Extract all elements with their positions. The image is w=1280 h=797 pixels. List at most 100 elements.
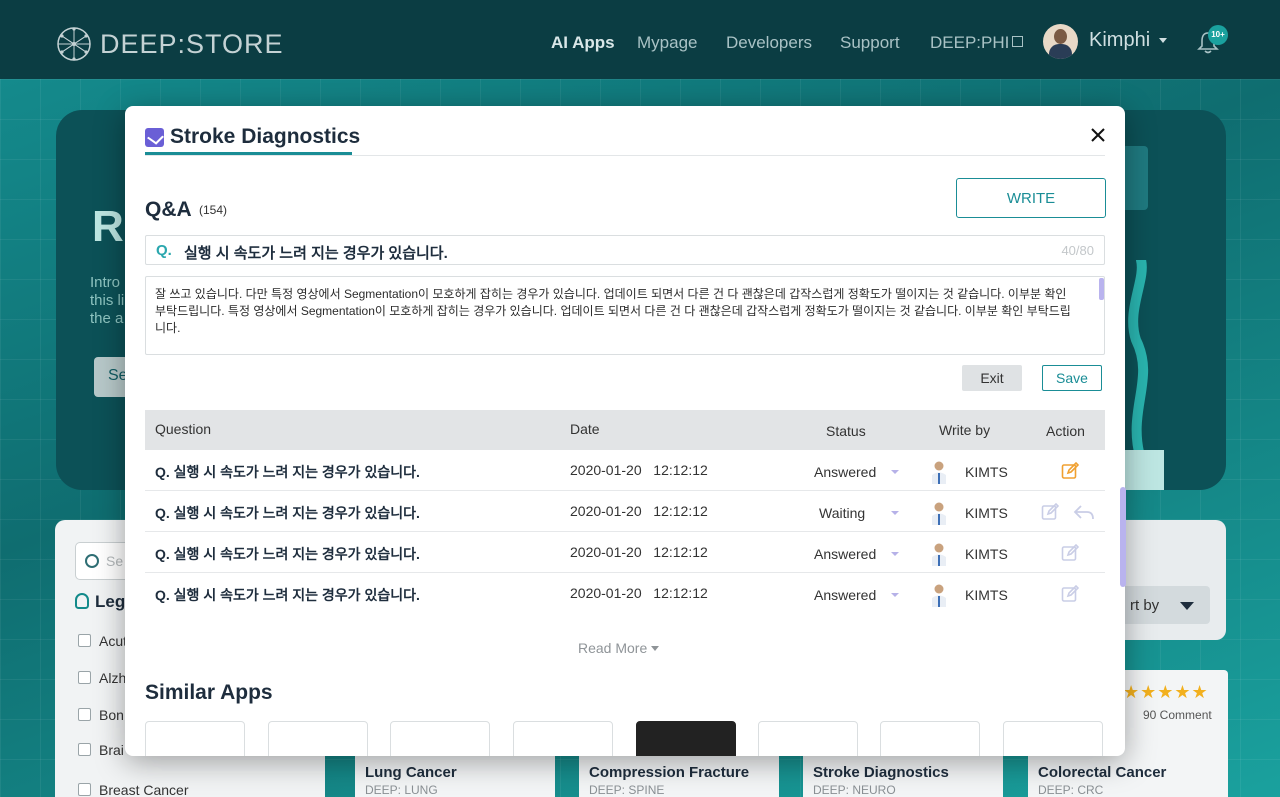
column-writer: Write by bbox=[939, 422, 991, 438]
row-writer: KIMTS bbox=[965, 587, 1008, 603]
similar-app-card[interactable] bbox=[636, 721, 736, 756]
sort-label: rt by bbox=[1130, 597, 1160, 614]
nav-ai-apps[interactable]: AI Apps bbox=[551, 33, 615, 53]
qa-heading: Q&A bbox=[145, 198, 192, 221]
similar-app-card[interactable] bbox=[268, 721, 368, 756]
row-writer: KIMTS bbox=[965, 546, 1008, 562]
chevron-down-icon[interactable] bbox=[891, 470, 899, 474]
table-row[interactable]: Q. 실행 시 속도가 느려 지는 경우가 있습니다. 2020-01-20 1… bbox=[145, 532, 1105, 573]
filter-checkbox[interactable]: Acut bbox=[78, 633, 127, 649]
read-more-link[interactable]: Read More bbox=[578, 640, 660, 656]
reply-icon[interactable] bbox=[1073, 504, 1095, 520]
app-card-category: DEEP: SPINE bbox=[589, 783, 665, 797]
textarea-scrollbar[interactable] bbox=[1099, 278, 1104, 300]
notification-badge: 10+ bbox=[1208, 25, 1228, 45]
row-date: 2020-01-20 12:12:12 bbox=[570, 462, 708, 478]
row-question[interactable]: Q. 실행 시 속도가 느려 지는 경우가 있습니다. bbox=[155, 585, 420, 605]
doctor-avatar-icon bbox=[932, 543, 946, 566]
similar-app-card[interactable] bbox=[758, 721, 858, 756]
modal-title: Stroke Diagnostics bbox=[170, 125, 361, 148]
nav-developers[interactable]: Developers bbox=[726, 33, 812, 53]
chevron-down-icon[interactable] bbox=[891, 511, 899, 515]
chevron-down-icon[interactable] bbox=[891, 593, 899, 597]
row-status[interactable]: Waiting bbox=[819, 505, 865, 521]
filter-checkbox[interactable]: Alzh bbox=[78, 670, 126, 686]
edit-icon[interactable] bbox=[1061, 585, 1079, 603]
logo[interactable]: DEEP:STORE bbox=[56, 26, 284, 62]
question-input-value[interactable]: 실행 시 속도가 느려 지는 경우가 있습니다. bbox=[184, 242, 448, 263]
table-row[interactable]: Q. 실행 시 속도가 느려 지는 경우가 있습니다. 2020-01-20 1… bbox=[145, 573, 1105, 614]
write-button[interactable]: WRITE bbox=[956, 178, 1106, 218]
row-status[interactable]: Answered bbox=[814, 587, 876, 603]
similar-app-card[interactable] bbox=[1003, 721, 1103, 756]
nav-support[interactable]: Support bbox=[840, 33, 900, 53]
chevron-down-icon bbox=[651, 646, 660, 651]
edit-icon[interactable] bbox=[1041, 503, 1059, 521]
modal-header: Stroke Diagnostics bbox=[145, 118, 360, 156]
app-card-name: Compression Fracture bbox=[589, 764, 750, 781]
app-logo-icon bbox=[145, 127, 164, 147]
app-card-name: Colorectal Cancer bbox=[1038, 764, 1167, 781]
filter-checkbox[interactable]: Breast Cancer bbox=[78, 782, 188, 797]
checkbox-icon[interactable] bbox=[78, 634, 91, 647]
network-logo-icon bbox=[57, 27, 91, 61]
chevron-down-icon[interactable] bbox=[1159, 38, 1167, 43]
nav-deep-phi[interactable]: DEEP:PHI bbox=[930, 33, 1024, 53]
doctor-avatar-icon bbox=[932, 461, 946, 484]
app-card-name: Lung Cancer bbox=[365, 764, 457, 781]
column-status: Status bbox=[826, 423, 866, 439]
edit-icon[interactable] bbox=[1061, 544, 1079, 562]
similar-app-card[interactable] bbox=[513, 721, 613, 756]
checkbox-icon[interactable] bbox=[78, 671, 91, 684]
doctor-avatar-icon bbox=[932, 502, 946, 525]
row-status[interactable]: Answered bbox=[814, 464, 876, 480]
row-writer: KIMTS bbox=[965, 505, 1008, 521]
filter-checkbox[interactable]: Brai bbox=[78, 742, 124, 758]
sort-dropdown[interactable]: rt by bbox=[1110, 586, 1210, 624]
checkbox-icon[interactable] bbox=[78, 783, 91, 796]
user-avatar[interactable] bbox=[1043, 24, 1078, 59]
chevron-down-icon[interactable] bbox=[891, 552, 899, 556]
user-menu-name[interactable]: Kimphi bbox=[1089, 29, 1150, 52]
doctor-avatar-icon bbox=[932, 584, 946, 607]
column-date: Date bbox=[570, 421, 600, 437]
table-header: Question Date Status Write by Action bbox=[145, 410, 1105, 450]
table-row[interactable]: Q. 실행 시 속도가 느려 지는 경우가 있습니다. 2020-01-20 1… bbox=[145, 450, 1105, 491]
nav-mypage[interactable]: Mypage bbox=[637, 33, 697, 53]
save-button[interactable]: Save bbox=[1042, 365, 1102, 391]
row-question[interactable]: Q. 실행 시 속도가 느려 지는 경우가 있습니다. bbox=[155, 462, 420, 482]
question-input[interactable]: Q. 실행 시 속도가 느려 지는 경우가 있습니다. 40/80 bbox=[145, 235, 1105, 265]
qa-table: Question Date Status Write by Action Q. … bbox=[145, 410, 1105, 614]
filter-label: Acut bbox=[99, 633, 128, 649]
exit-button[interactable]: Exit bbox=[962, 365, 1022, 391]
similar-app-card[interactable] bbox=[390, 721, 490, 756]
character-counter: 40/80 bbox=[1061, 243, 1094, 258]
app-card-category: DEEP: CRC bbox=[1038, 783, 1104, 797]
rating-stars: ★★★★★ bbox=[1123, 682, 1209, 702]
similar-app-card[interactable] bbox=[880, 721, 980, 756]
filter-label: Brai bbox=[99, 742, 124, 758]
similar-app-card[interactable] bbox=[145, 721, 245, 756]
row-status[interactable]: Answered bbox=[814, 546, 876, 562]
app-card-category: DEEP: LUNG bbox=[365, 783, 438, 797]
edit-icon[interactable] bbox=[1061, 462, 1079, 480]
modal-scrollbar[interactable] bbox=[1120, 487, 1126, 587]
app-detail-modal: Stroke Diagnostics Q&A (154) WRITE Q. 실행… bbox=[125, 106, 1125, 756]
plant-pot bbox=[1124, 450, 1164, 490]
top-navbar: DEEP:STORE AI Apps Mypage Developers Sup… bbox=[0, 0, 1280, 79]
table-row[interactable]: Q. 실행 시 속도가 느려 지는 경우가 있습니다. 2020-01-20 1… bbox=[145, 491, 1105, 532]
row-date: 2020-01-20 12:12:12 bbox=[570, 585, 708, 601]
checkbox-icon[interactable] bbox=[78, 743, 91, 756]
checkbox-icon[interactable] bbox=[78, 708, 91, 721]
row-question[interactable]: Q. 실행 시 속도가 느려 지는 경우가 있습니다. bbox=[155, 503, 420, 523]
row-date: 2020-01-20 12:12:12 bbox=[570, 544, 708, 560]
filter-label: Breast Cancer bbox=[99, 782, 189, 797]
filter-checkbox[interactable]: Bon bbox=[78, 707, 124, 723]
search-placeholder: Se bbox=[106, 553, 124, 569]
close-icon[interactable] bbox=[1087, 124, 1109, 146]
similar-apps-heading: Similar Apps bbox=[145, 681, 273, 704]
external-link-icon bbox=[1012, 36, 1024, 47]
row-question[interactable]: Q. 실행 시 속도가 느려 지는 경우가 있습니다. bbox=[155, 544, 420, 564]
answer-textarea[interactable]: 잘 쓰고 있습니다. 다만 특정 영상에서 Segmentation이 모호하게… bbox=[145, 276, 1105, 355]
logo-text: DEEP:STORE bbox=[100, 28, 284, 59]
